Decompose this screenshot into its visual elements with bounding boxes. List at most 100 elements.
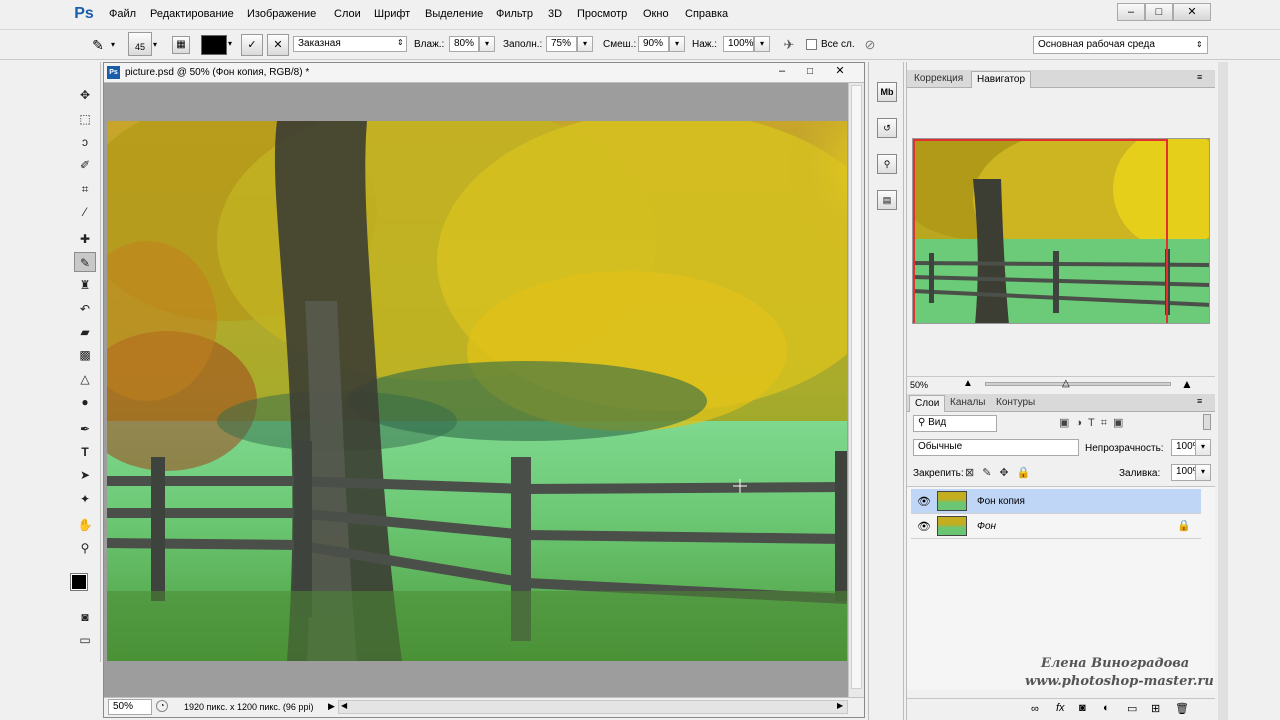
load-dropdown-icon[interactable]: ▾ [577, 36, 593, 52]
tab-navigator[interactable]: Навигатор [971, 71, 1032, 88]
brush-panel-icon[interactable]: ▦ [172, 36, 190, 54]
menu-edit[interactable]: Редактирование [150, 8, 234, 20]
tab-channels[interactable]: Каналы [945, 395, 991, 412]
load-brush-icon[interactable]: ✓ [241, 34, 263, 56]
layers-panel-menu-icon[interactable]: ≡ [1197, 396, 1202, 406]
document-tab[interactable]: Ps picture.psd @ 50% (Фон копия, RGB/8) … [104, 63, 864, 83]
screen-mode-icon[interactable]: ▭ [74, 630, 96, 650]
scroll-left-icon[interactable]: ◀ [341, 701, 347, 710]
mask-icon[interactable]: ◙ [1079, 702, 1086, 714]
menu-layers[interactable]: Слои [334, 8, 361, 20]
scroll-right-icon[interactable]: ▶ [837, 701, 843, 710]
menu-file[interactable]: Файл [109, 8, 136, 20]
clean-brush-icon[interactable]: ✕ [267, 34, 289, 56]
type-tool-icon[interactable]: T [74, 442, 96, 462]
mini-bridge-icon[interactable]: Mb [877, 82, 897, 102]
foreground-color-swatch[interactable] [70, 573, 88, 591]
current-color-swatch[interactable] [201, 35, 227, 55]
navigator-zoom-slider[interactable] [985, 382, 1171, 386]
tab-layers[interactable]: Слои [909, 395, 946, 412]
brush-dropdown-icon[interactable]: ▾ [153, 40, 157, 49]
pressure-icon[interactable]: ⊘ [860, 36, 880, 54]
doc-maximize-button[interactable]: □ [796, 63, 824, 82]
mix-dropdown-icon[interactable]: ▾ [669, 36, 685, 52]
eyedropper-tool-icon[interactable]: ⁄ [74, 202, 96, 222]
zoom-tool-icon[interactable]: ⚲ [74, 538, 96, 558]
minimize-button[interactable]: – [1117, 3, 1145, 21]
fx-icon[interactable]: fx [1056, 702, 1065, 714]
panel-menu-icon[interactable]: ≡ [1197, 72, 1202, 82]
wet-dropdown-icon[interactable]: ▾ [479, 36, 495, 52]
navigator-thumbnail[interactable] [912, 138, 1210, 324]
move-tool-icon[interactable]: ✥ [74, 85, 96, 105]
quick-mask-icon[interactable]: ◙ [74, 607, 96, 627]
mixer-brush-tool-icon[interactable]: ✎ [74, 252, 96, 272]
fill-dropdown-icon[interactable]: ▾ [1195, 464, 1211, 481]
quick-select-tool-icon[interactable]: ✐ [74, 155, 96, 175]
close-app-button[interactable]: ✕ [1173, 3, 1211, 21]
brush-preset-picker[interactable]: 45 [128, 32, 152, 56]
blend-mode-select[interactable]: Обычные [913, 439, 1079, 456]
layer-filter-select[interactable]: ⚲ Вид [913, 415, 997, 432]
layer-row-background[interactable]: 👁 Фон 🔒 [911, 514, 1201, 539]
hand-tool-icon[interactable]: ✋ [74, 515, 96, 535]
layer-comps-icon[interactable]: ▤ [877, 190, 897, 210]
zoom-level-input[interactable]: 50% [108, 699, 152, 715]
menu-view[interactable]: Просмотр [577, 8, 627, 20]
tab-adjustments[interactable]: Коррекция [909, 71, 968, 88]
menu-3d[interactable]: 3D [548, 8, 562, 20]
tool-presets-icon[interactable]: ⚲ [877, 154, 897, 174]
canvas-image[interactable] [107, 121, 847, 661]
clone-stamp-tool-icon[interactable]: ♜ [74, 275, 96, 295]
layer-name[interactable]: Фон [977, 521, 996, 532]
menu-window[interactable]: Окно [643, 8, 669, 20]
doc-minimize-button[interactable]: – [768, 63, 796, 82]
menu-image[interactable]: Изображение [247, 8, 316, 20]
healing-brush-tool-icon[interactable]: ✚ [74, 229, 96, 249]
color-dropdown-icon[interactable]: ▾ [228, 39, 232, 48]
status-menu-arrow-icon[interactable]: ▶ [328, 701, 335, 712]
status-info-icon[interactable]: ◔ [156, 700, 168, 712]
menu-filter[interactable]: Фильтр [496, 8, 533, 20]
menu-help[interactable]: Справка [685, 8, 728, 20]
marquee-tool-icon[interactable]: ⬚ [74, 109, 96, 129]
lock-icons[interactable]: ⊠✎✥🔒 [965, 466, 1038, 479]
flow-input[interactable]: 100% [723, 36, 754, 52]
blur-tool-icon[interactable]: △ [74, 369, 96, 389]
scroll-thumb[interactable] [851, 85, 862, 689]
doc-close-button[interactable]: ✕ [826, 63, 854, 82]
dodge-tool-icon[interactable]: ● [74, 392, 96, 412]
maximize-button[interactable]: □ [1145, 3, 1173, 21]
crop-tool-icon[interactable]: ⌗ [74, 179, 96, 199]
tool-preset-dropdown-icon[interactable]: ▾ [111, 40, 115, 49]
visibility-eye-icon[interactable]: 👁 [917, 520, 931, 533]
layer-filter-toggle[interactable] [1203, 414, 1211, 430]
mixer-mode-select[interactable]: Заказная [293, 36, 407, 52]
path-select-tool-icon[interactable]: ➤ [74, 465, 96, 485]
layer-row-background-copy[interactable]: 👁 Фон копия [911, 489, 1201, 514]
history-icon[interactable]: ↺ [877, 118, 897, 138]
navigator-zoom-value[interactable]: 50% [910, 380, 928, 390]
new-layer-icon[interactable]: ⊞ [1151, 702, 1160, 715]
pen-tool-icon[interactable]: ✒ [74, 419, 96, 439]
eraser-tool-icon[interactable]: ▰ [74, 322, 96, 342]
mix-input[interactable]: 90% [638, 36, 669, 52]
layer-filter-icons[interactable]: ▣◑T⌗▣ [1059, 416, 1129, 430]
menu-type[interactable]: Шрифт [374, 8, 410, 20]
tab-paths[interactable]: Контуры [991, 395, 1040, 412]
opacity-dropdown-icon[interactable]: ▾ [1195, 439, 1211, 456]
gradient-tool-icon[interactable]: ▩ [74, 345, 96, 365]
zoom-slider-thumb-icon[interactable]: △ [1062, 378, 1070, 389]
zoom-out-icon[interactable]: ▲ [963, 378, 973, 389]
mixer-brush-tool-icon[interactable]: ✎ [87, 36, 109, 54]
menu-select[interactable]: Выделение [425, 8, 483, 20]
trash-icon[interactable]: 🗑 [1175, 702, 1189, 715]
airbrush-icon[interactable]: ✈ [779, 36, 799, 54]
folder-icon[interactable]: ▭ [1127, 702, 1137, 715]
history-brush-tool-icon[interactable]: ↶ [74, 299, 96, 319]
vertical-scrollbar[interactable] [848, 83, 864, 697]
canvas-area[interactable] [104, 83, 848, 697]
layer-name[interactable]: Фон копия [977, 496, 1025, 507]
link-icon[interactable]: ∞ [1031, 703, 1039, 715]
horizontal-scrollbar[interactable]: ◀ ▶ [338, 700, 848, 714]
